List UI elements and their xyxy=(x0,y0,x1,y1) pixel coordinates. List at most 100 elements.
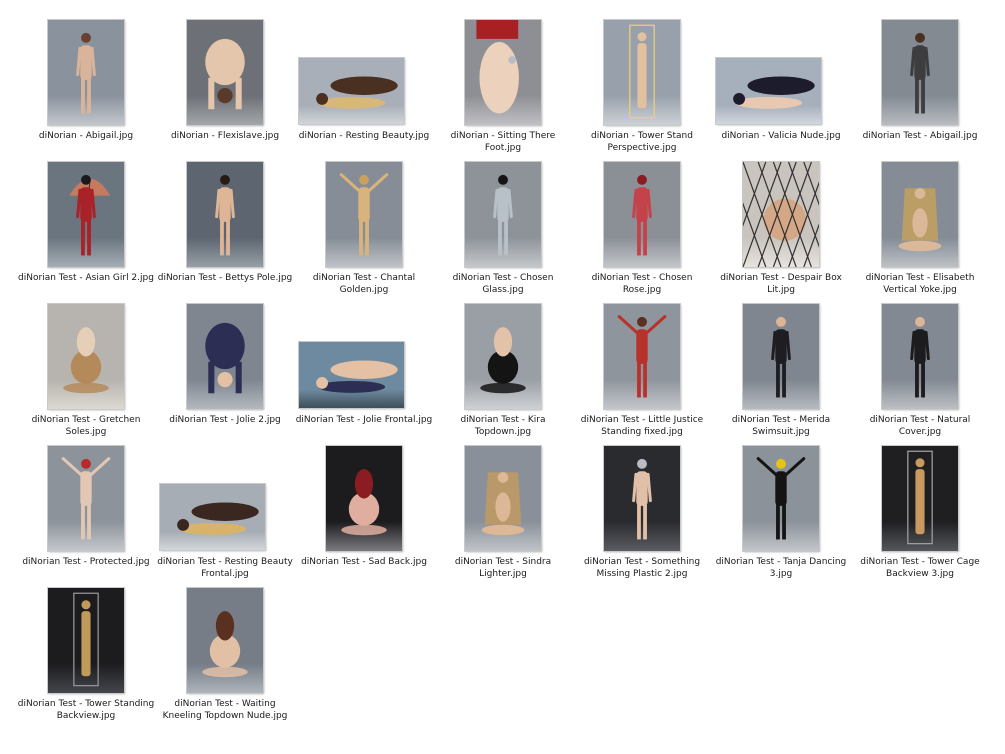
thumbnail-image xyxy=(187,162,263,267)
image-thumbnail[interactable] xyxy=(603,161,681,268)
file-item[interactable]: diNorian Test - Little Justice Standing … xyxy=(572,303,712,444)
file-name-label: diNorian Test - Chantal Golden.jpg xyxy=(312,273,416,295)
file-name-label: diNorian Test - Little Justice Standing … xyxy=(580,415,704,437)
thumbnail-slot xyxy=(433,303,573,412)
thumbnail-slot xyxy=(711,303,851,412)
image-thumbnail[interactable] xyxy=(715,57,822,125)
image-thumbnail[interactable] xyxy=(464,161,542,268)
file-item[interactable]: diNorian Test - Jolie Frontal.jpg xyxy=(294,304,434,444)
file-item[interactable]: diNorian Test - Despair Box Lit.jpg xyxy=(711,161,851,302)
file-item[interactable]: diNorian Test - Abigail.jpg xyxy=(850,19,990,160)
file-thumbnail-view[interactable]: diNorian - Abigail.jpg diNorian - Flexisl… xyxy=(0,0,1005,754)
file-item[interactable]: diNorian Test - Chosen Glass.jpg xyxy=(433,161,573,302)
image-thumbnail[interactable] xyxy=(298,341,405,409)
image-thumbnail[interactable] xyxy=(742,445,820,552)
thumbnail-slot xyxy=(850,445,990,554)
file-name-label: diNorian Test - Jolie Frontal.jpg xyxy=(295,415,433,425)
file-item[interactable]: diNorian Test - Jolie 2.jpg xyxy=(155,303,295,444)
file-item[interactable]: diNorian - Abigail.jpg xyxy=(16,19,156,160)
image-thumbnail[interactable] xyxy=(47,587,125,694)
file-item[interactable]: diNorian Test - Something Missing Plasti… xyxy=(572,445,712,586)
thumbnail-image xyxy=(604,162,680,267)
image-thumbnail[interactable] xyxy=(186,161,264,268)
file-item[interactable]: diNorian Test - Tower Cage Backview 3.jp… xyxy=(850,445,990,586)
image-thumbnail[interactable] xyxy=(47,19,125,126)
image-thumbnail[interactable] xyxy=(298,57,405,125)
image-thumbnail[interactable] xyxy=(742,303,820,410)
image-thumbnail[interactable] xyxy=(186,303,264,410)
file-item[interactable]: diNorian Test - Protected.jpg xyxy=(16,445,156,586)
file-item[interactable]: diNorian Test - Gretchen Soles.jpg xyxy=(16,303,156,444)
thumbnail-image xyxy=(465,20,541,125)
image-thumbnail[interactable] xyxy=(325,445,403,552)
thumbnail-slot xyxy=(850,19,990,128)
file-name-label: diNorian Test - Chosen Glass.jpg xyxy=(452,273,554,295)
image-thumbnail[interactable] xyxy=(464,303,542,410)
image-thumbnail[interactable] xyxy=(325,161,403,268)
thumbnail-image xyxy=(48,588,124,693)
file-name-label: diNorian - Valicia Nude.jpg xyxy=(721,131,841,141)
file-item[interactable]: diNorian - Sitting There Foot.jpg xyxy=(433,19,573,160)
file-item[interactable]: diNorian Test - Merida Swimsuit.jpg xyxy=(711,303,851,444)
thumbnail-image xyxy=(48,304,124,409)
image-thumbnail[interactable] xyxy=(159,483,266,551)
file-name-label: diNorian Test - Abigail.jpg xyxy=(862,131,978,141)
file-item[interactable]: diNorian Test - Sindra Lighter.jpg xyxy=(433,445,573,586)
thumbnail-image xyxy=(187,20,263,125)
thumbnail-image xyxy=(187,588,263,693)
file-name-label: diNorian Test - Merida Swimsuit.jpg xyxy=(731,415,831,437)
file-item[interactable]: diNorian Test - Tanja Dancing 3.jpg xyxy=(711,445,851,586)
image-thumbnail[interactable] xyxy=(881,161,959,268)
image-thumbnail[interactable] xyxy=(464,445,542,552)
file-name-label: diNorian Test - Sindra Lighter.jpg xyxy=(454,557,552,579)
file-item[interactable]: diNorian - Flexislave.jpg xyxy=(155,19,295,160)
file-item[interactable]: diNorian - Tower Stand Perspective.jpg xyxy=(572,19,712,160)
thumbnail-slot xyxy=(572,19,712,128)
file-item[interactable]: diNorian Test - Asian Girl 2.jpg xyxy=(16,161,156,302)
image-thumbnail[interactable] xyxy=(186,19,264,126)
image-thumbnail[interactable] xyxy=(603,19,681,126)
file-item[interactable]: diNorian Test - Sad Back.jpg xyxy=(294,445,434,586)
file-item[interactable]: diNorian Test - Natural Cover.jpg xyxy=(850,303,990,444)
file-item[interactable]: diNorian Test - Bettys Pole.jpg xyxy=(155,161,295,302)
image-thumbnail[interactable] xyxy=(881,303,959,410)
file-name-label: diNorian Test - Resting Beauty Frontal.j… xyxy=(157,557,293,579)
thumbnail-image xyxy=(743,304,819,409)
file-item[interactable]: diNorian - Valicia Nude.jpg xyxy=(711,20,851,160)
file-name-label: diNorian Test - Tower Standing Backview.… xyxy=(17,699,155,721)
thumbnail-slot xyxy=(155,19,295,128)
image-thumbnail[interactable] xyxy=(603,303,681,410)
file-item[interactable]: diNorian Test - Chosen Rose.jpg xyxy=(572,161,712,302)
image-thumbnail[interactable] xyxy=(603,445,681,552)
image-thumbnail[interactable] xyxy=(464,19,542,126)
file-name-label: diNorian Test - Jolie 2.jpg xyxy=(169,415,281,425)
image-thumbnail[interactable] xyxy=(881,445,959,552)
thumbnail-slot xyxy=(850,161,990,270)
file-item[interactable]: diNorian - Resting Beauty.jpg xyxy=(294,20,434,160)
image-thumbnail[interactable] xyxy=(742,161,820,268)
thumbnail-slot xyxy=(294,20,434,128)
thumbnail-slot xyxy=(711,445,851,554)
thumbnail-slot xyxy=(16,161,156,270)
thumbnail-image xyxy=(48,20,124,125)
image-thumbnail[interactable] xyxy=(881,19,959,126)
image-thumbnail[interactable] xyxy=(47,303,125,410)
thumbnail-image xyxy=(743,162,819,267)
file-item[interactable]: diNorian Test - Waiting Kneeling Topdown… xyxy=(155,587,295,728)
file-name-label: diNorian Test - Bettys Pole.jpg xyxy=(157,273,293,283)
file-item[interactable]: diNorian Test - Elisabeth Vertical Yoke.… xyxy=(850,161,990,302)
file-item[interactable]: diNorian Test - Tower Standing Backview.… xyxy=(16,587,156,728)
file-name-label: diNorian Test - Tanja Dancing 3.jpg xyxy=(715,557,847,579)
file-item[interactable]: diNorian Test - Chantal Golden.jpg xyxy=(294,161,434,302)
file-item[interactable]: diNorian Test - Resting Beauty Frontal.j… xyxy=(155,446,295,586)
thumbnail-slot xyxy=(16,303,156,412)
file-name-label: diNorian Test - Waiting Kneeling Topdown… xyxy=(162,699,288,721)
thumbnail-image xyxy=(465,446,541,551)
image-thumbnail[interactable] xyxy=(47,161,125,268)
thumbnail-image xyxy=(604,20,680,125)
file-name-label: diNorian Test - Sad Back.jpg xyxy=(301,557,427,567)
image-thumbnail[interactable] xyxy=(47,445,125,552)
file-name-label: diNorian Test - Chosen Rose.jpg xyxy=(591,273,693,295)
image-thumbnail[interactable] xyxy=(186,587,264,694)
file-item[interactable]: diNorian Test - Kira Topdown.jpg xyxy=(433,303,573,444)
